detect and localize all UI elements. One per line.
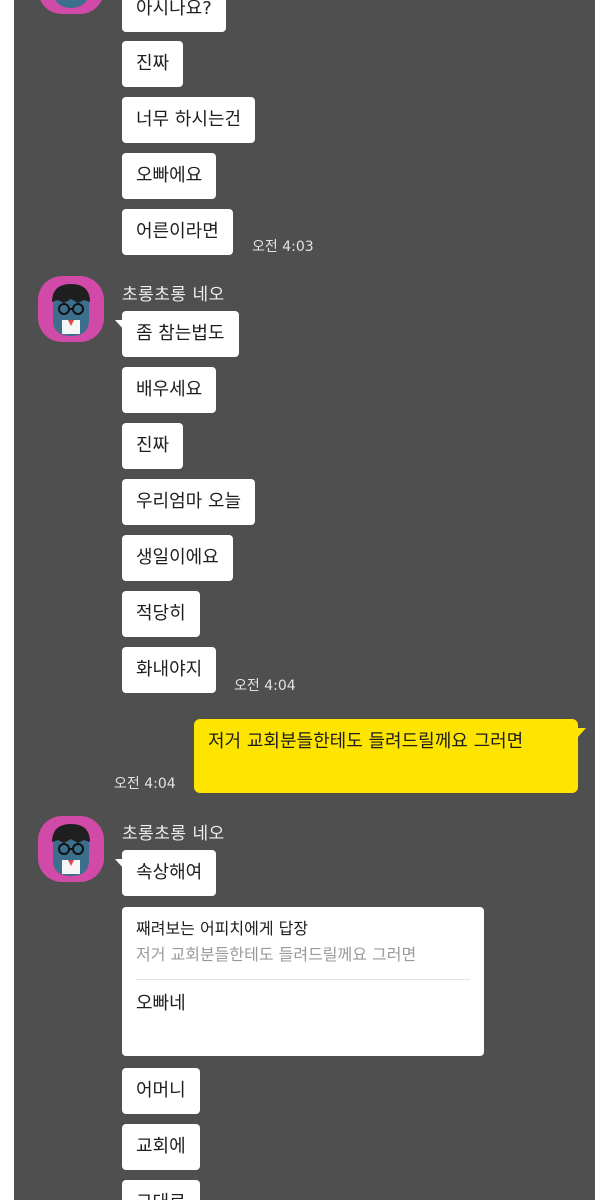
- chat-room: 아시나요? 진짜 너무 하시는건 오빠에요 어른이라면 오전 4:03 초롱초롱…: [14, 0, 595, 1200]
- my-message-timestamp: 오전 4:04: [114, 776, 176, 792]
- message-bubble[interactable]: 너무 하시는건: [122, 97, 256, 143]
- neo-avatar-icon[interactable]: [38, 816, 104, 882]
- my-message-bubble[interactable]: 저거 교회분들한테도 들려드릴께요 그러면: [194, 719, 586, 793]
- reply-title: 째려보는 어피치에게 답장: [136, 919, 309, 938]
- message-bubble[interactable]: 진짜: [122, 423, 184, 469]
- sender-name: 초롱초롱 네오: [122, 285, 225, 305]
- message-bubble[interactable]: 진짜: [122, 41, 184, 87]
- message-bubble[interactable]: 화내야지: [122, 647, 217, 693]
- reply-text: 오빠네: [136, 993, 186, 1014]
- message-bubble[interactable]: 적당히: [122, 591, 200, 637]
- message-bubble[interactable]: 우리엄마 오늘: [122, 479, 256, 525]
- message-bubble[interactable]: 속상해여: [114, 850, 217, 896]
- message-timestamp: 오전 4:03: [252, 239, 314, 255]
- message-bubble[interactable]: 그대로: [122, 1180, 200, 1200]
- neo-avatar-icon[interactable]: [38, 0, 104, 14]
- message-bubble[interactable]: 배우세요: [122, 367, 217, 413]
- message-timestamp: 오전 4:04: [234, 678, 296, 694]
- message-bubble[interactable]: 아시나요?: [122, 0, 226, 32]
- message-bubble[interactable]: 어른이라면: [122, 209, 233, 255]
- reply-quote: 저거 교회분들한테도 들려드릴께요 그러면: [136, 945, 417, 964]
- message-bubble[interactable]: 좀 참는법도: [115, 311, 239, 357]
- sender-name: 초롱초롱 네오: [122, 824, 225, 844]
- message-bubble[interactable]: 교회에: [122, 1124, 200, 1170]
- reply-divider: [136, 979, 470, 980]
- message-bubble[interactable]: 어머니: [122, 1068, 200, 1114]
- message-bubble[interactable]: 오빠에요: [122, 153, 217, 199]
- reply-message-card[interactable]: 째려보는 어피치에게 답장 저거 교회분들한테도 들려드릴께요 그러면 오빠네: [122, 907, 484, 1056]
- neo-avatar-icon[interactable]: [38, 276, 104, 342]
- message-bubble[interactable]: 생일이에요: [122, 535, 233, 581]
